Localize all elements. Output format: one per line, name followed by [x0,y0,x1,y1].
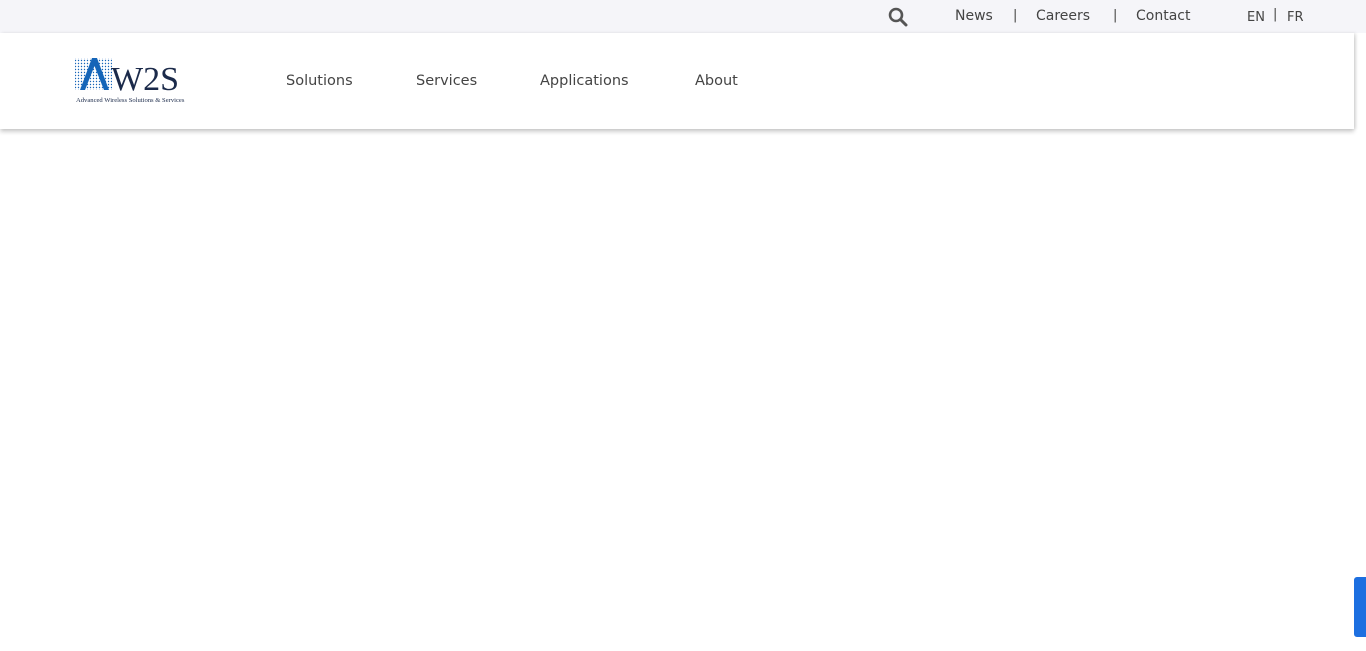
main-header: W2S Advanced Wireless Solutions & Servic… [0,33,1354,129]
nav-solutions[interactable]: Solutions [286,73,353,89]
aw2s-logo[interactable]: W2S Advanced Wireless Solutions & Servic… [74,56,198,106]
language-separator: | [1273,7,1278,22]
separator: | [1113,8,1118,23]
language-fr[interactable]: FR [1287,10,1304,25]
nav-services[interactable]: Services [416,73,477,89]
top-utility-bar: News | Careers | Contact EN | FR [0,0,1366,33]
logo-tagline: Advanced Wireless Solutions & Services [76,97,185,104]
nav-applications[interactable]: Applications [540,73,629,89]
separator: | [1013,8,1018,23]
news-link[interactable]: News [955,8,993,24]
nav-about[interactable]: About [695,73,738,89]
language-en[interactable]: EN [1247,10,1265,25]
contact-link[interactable]: Contact [1136,8,1190,24]
search-icon[interactable] [888,7,908,27]
svg-text:W2S: W2S [111,61,179,98]
side-feedback-tab[interactable] [1354,577,1366,637]
careers-link[interactable]: Careers [1036,8,1090,24]
